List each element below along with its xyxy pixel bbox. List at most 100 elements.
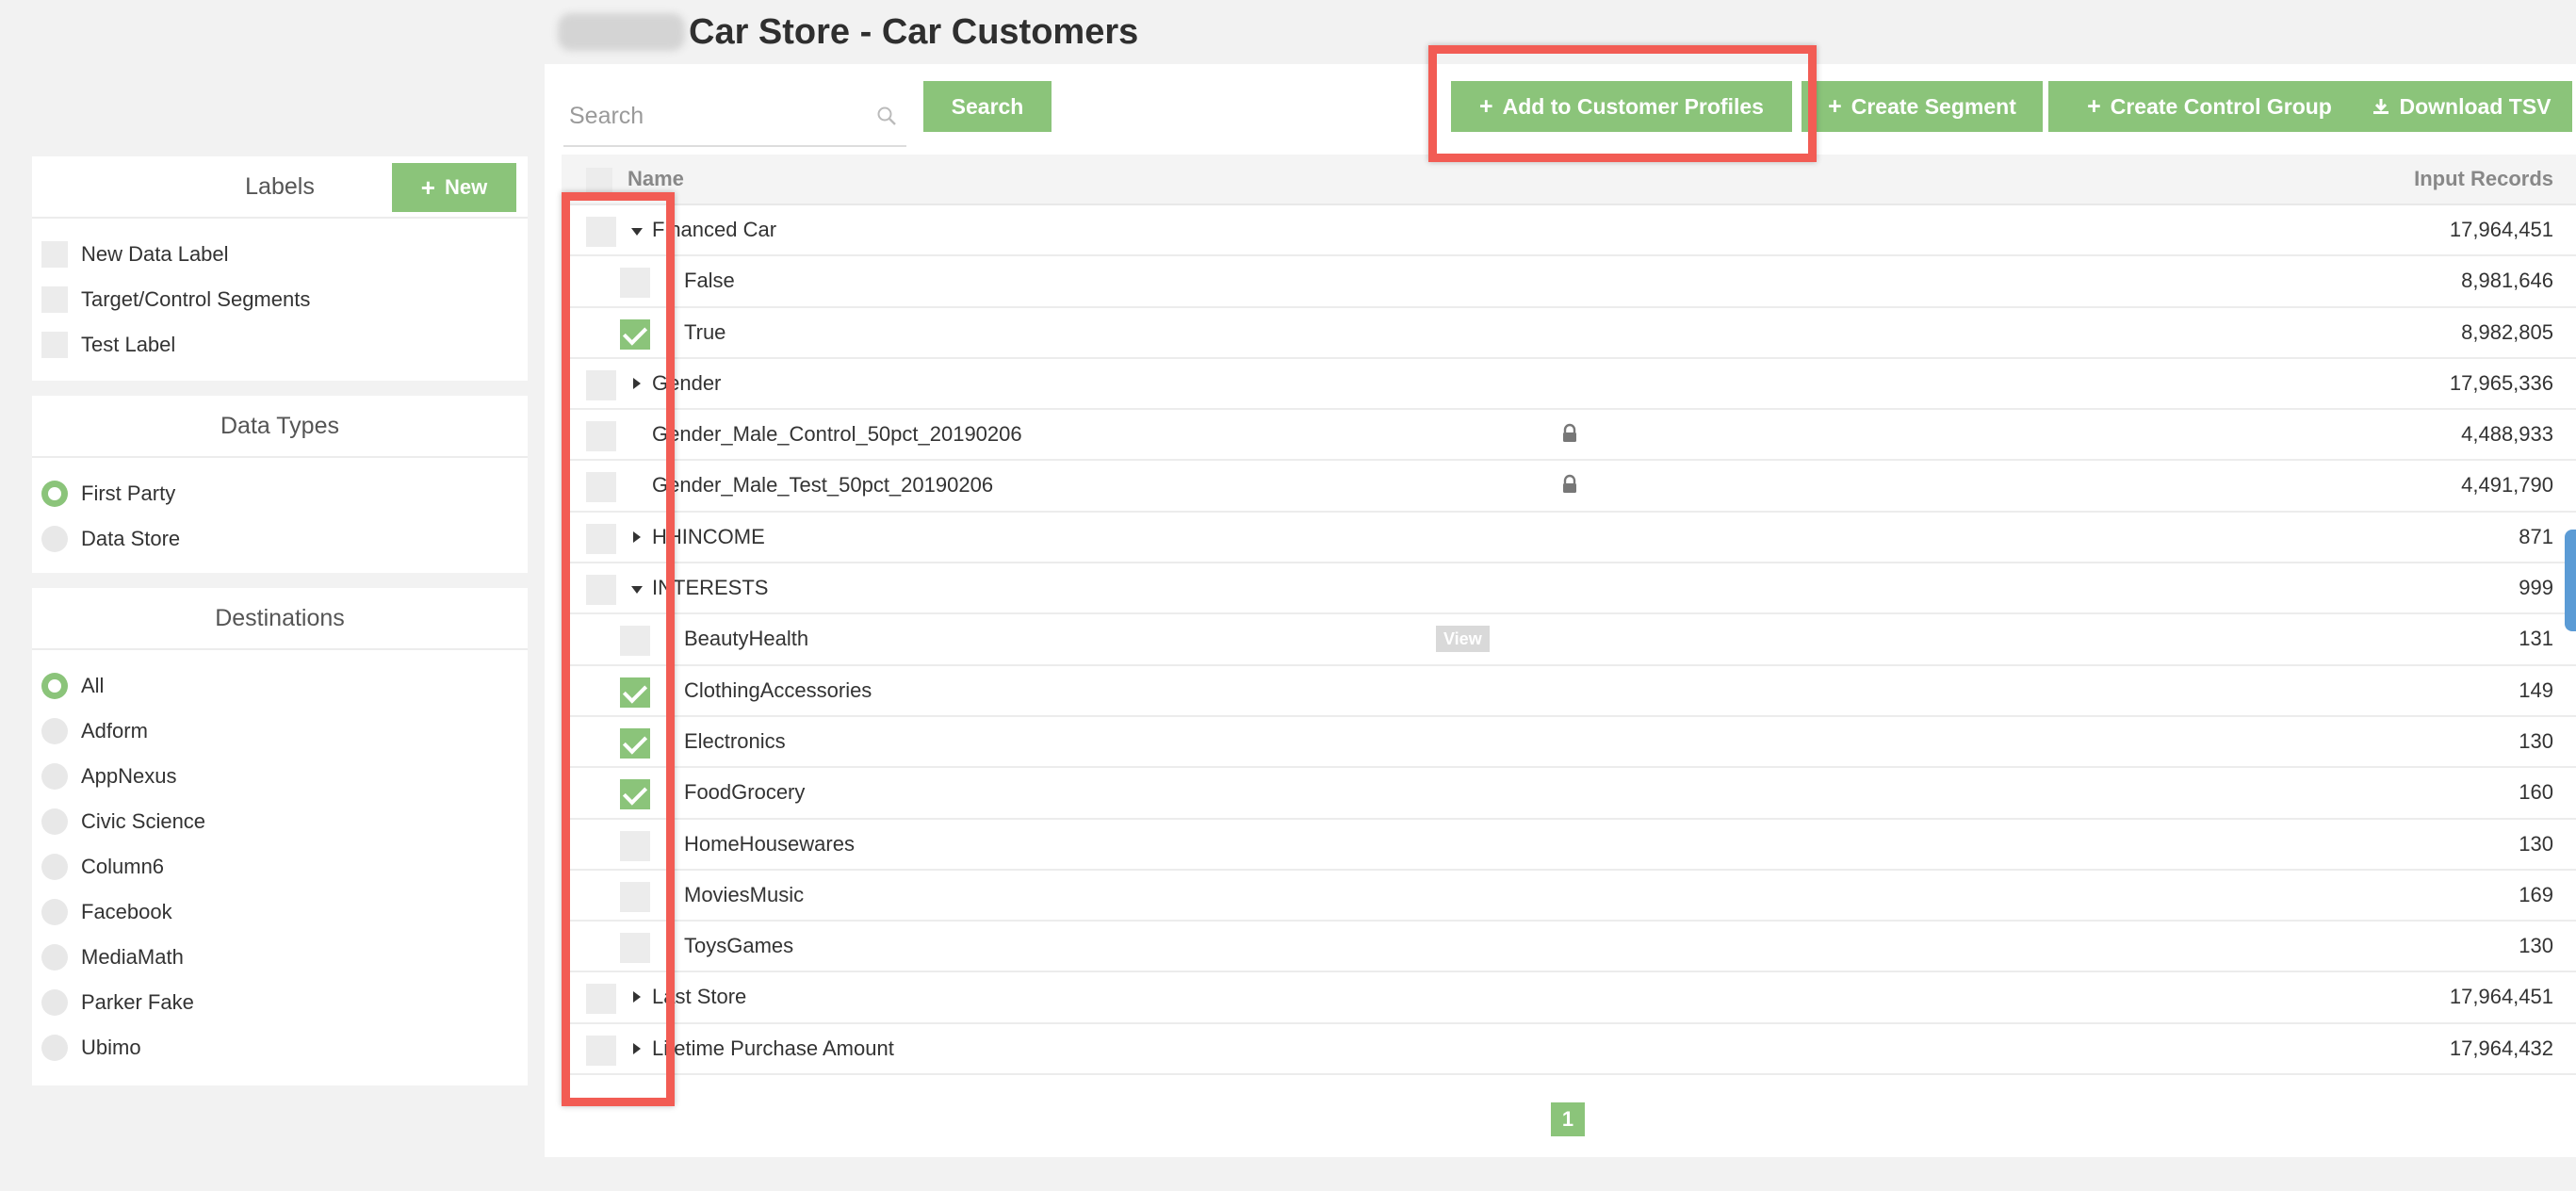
row-input-records: 999: [2519, 576, 2553, 600]
radio-button[interactable]: [41, 481, 68, 507]
table-row[interactable]: FoodGrocery 160: [562, 768, 2576, 820]
search-icon[interactable]: [876, 106, 897, 126]
table-row[interactable]: INTERESTS 999: [562, 563, 2576, 615]
table-row[interactable]: Financed Car 17,964,451: [562, 205, 2576, 257]
radio-button[interactable]: [41, 944, 68, 971]
label-checkbox[interactable]: [41, 241, 68, 268]
row-checkbox[interactable]: [620, 318, 650, 350]
labels-title: Labels: [245, 172, 315, 200]
row-input-records: 149: [2519, 677, 2553, 702]
radio-button[interactable]: [41, 989, 68, 1016]
row-checkbox[interactable]: [586, 523, 616, 554]
radio-button[interactable]: [41, 899, 68, 925]
row-checkbox[interactable]: [586, 217, 616, 247]
sidebar-option[interactable]: First Party: [32, 471, 528, 516]
row-checkbox[interactable]: [620, 268, 650, 299]
radio-button[interactable]: [41, 1035, 68, 1061]
table-row[interactable]: HHINCOME 871: [562, 513, 2576, 564]
radio-button[interactable]: [41, 673, 68, 699]
side-scroll-tab[interactable]: [2565, 530, 2576, 631]
caret-right-icon[interactable]: [633, 530, 641, 543]
row-checkbox[interactable]: [620, 830, 650, 861]
row-checkbox[interactable]: [586, 1035, 616, 1066]
sidebar-option-label: All: [81, 674, 105, 697]
view-badge[interactable]: View: [1436, 626, 1490, 653]
sidebar-option[interactable]: Target/Control Segments: [32, 277, 528, 322]
sidebar-option[interactable]: Civic Science: [32, 799, 528, 844]
row-checkbox[interactable]: [586, 369, 616, 400]
row-checkbox[interactable]: [586, 575, 616, 606]
table-row[interactable]: True 8,982,805: [562, 308, 2576, 359]
table-row[interactable]: Gender_Male_Test_50pct_20190206 4,491,790: [562, 461, 2576, 513]
row-name: FoodGrocery: [684, 780, 806, 805]
new-label-button[interactable]: + New: [392, 163, 516, 212]
row-name: ClothingAccessories: [684, 677, 872, 702]
row-checkbox[interactable]: [620, 881, 650, 912]
table-row[interactable]: False 8,981,646: [562, 256, 2576, 308]
plus-icon: +: [1479, 92, 1493, 120]
sidebar-option[interactable]: Test Label: [32, 322, 528, 367]
row-checkbox[interactable]: [620, 626, 650, 657]
column-header-input-records[interactable]: Input Records: [2414, 167, 2553, 191]
sidebar-option[interactable]: New Data Label: [32, 232, 528, 277]
sidebar-option[interactable]: Parker Fake: [32, 980, 528, 1025]
add-to-customer-profiles-button[interactable]: + Add to Customer Profiles: [1451, 81, 1792, 132]
create-segment-button[interactable]: + Create Segment: [1802, 81, 2043, 132]
row-name: Gender_Male_Control_50pct_20190206: [652, 422, 1022, 447]
caret-right-icon[interactable]: [633, 1042, 641, 1054]
row-name: INTERESTS: [652, 576, 769, 600]
table-row[interactable]: Lifetime Purchase Amount 17,964,432: [562, 1024, 2576, 1076]
row-name: True: [684, 319, 726, 344]
row-checkbox[interactable]: [620, 779, 650, 810]
table-row[interactable]: ClothingAccessories 149: [562, 666, 2576, 717]
search-input[interactable]: [563, 87, 906, 147]
column-header-name[interactable]: Name: [628, 167, 684, 191]
radio-button[interactable]: [41, 526, 68, 552]
radio-button[interactable]: [41, 808, 68, 835]
search-button[interactable]: Search: [923, 81, 1052, 132]
row-input-records: 169: [2519, 882, 2553, 906]
sidebar-option[interactable]: All: [32, 663, 528, 709]
caret-right-icon[interactable]: [633, 991, 641, 1003]
table-row[interactable]: HomeHousewares 130: [562, 820, 2576, 871]
row-name: BeautyHealth: [684, 627, 809, 651]
create-control-group-button[interactable]: + Create Control Group: [2048, 81, 2371, 132]
label-checkbox[interactable]: [41, 286, 68, 313]
sidebar-option-label: First Party: [81, 481, 176, 505]
sidebar-option[interactable]: Ubimo: [32, 1025, 528, 1070]
radio-button[interactable]: [41, 763, 68, 790]
row-name: Lifetime Purchase Amount: [652, 1036, 894, 1060]
sidebar-option[interactable]: MediaMath: [32, 935, 528, 980]
create-segment-text: Create Segment: [1850, 93, 2016, 119]
radio-button[interactable]: [41, 718, 68, 744]
sidebar-option[interactable]: Adform: [32, 709, 528, 754]
row-checkbox[interactable]: [620, 933, 650, 964]
row-input-records: 160: [2519, 780, 2553, 805]
table-row[interactable]: Last Store 17,964,451: [562, 972, 2576, 1024]
sidebar-option[interactable]: Data Store: [32, 516, 528, 562]
select-all-checkbox[interactable]: [586, 168, 612, 194]
row-checkbox[interactable]: [620, 677, 650, 708]
table-row[interactable]: ToysGames 130: [562, 922, 2576, 973]
table-row[interactable]: Electronics 130: [562, 717, 2576, 769]
row-name: HomeHousewares: [684, 831, 855, 856]
row-checkbox[interactable]: [586, 984, 616, 1015]
row-checkbox[interactable]: [586, 421, 616, 452]
row-input-records: 17,964,432: [2449, 1036, 2553, 1060]
table-row[interactable]: Gender 17,965,336: [562, 359, 2576, 411]
pagination-page-1[interactable]: 1: [1551, 1102, 1585, 1136]
row-checkbox[interactable]: [620, 727, 650, 759]
table-row[interactable]: BeautyHealth View 131: [562, 614, 2576, 666]
caret-down-icon[interactable]: [631, 586, 643, 595]
sidebar-option[interactable]: AppNexus: [32, 754, 528, 799]
table-row[interactable]: Gender_Male_Control_50pct_20190206 4,488,…: [562, 410, 2576, 462]
row-checkbox[interactable]: [586, 472, 616, 503]
label-checkbox[interactable]: [41, 332, 68, 358]
download-tsv-button[interactable]: Download TSV: [2350, 81, 2572, 132]
table-row[interactable]: MoviesMusic 169: [562, 871, 2576, 922]
caret-down-icon[interactable]: [631, 228, 643, 236]
caret-right-icon[interactable]: [633, 377, 641, 389]
sidebar-option[interactable]: Facebook: [32, 889, 528, 935]
radio-button[interactable]: [41, 854, 68, 880]
sidebar-option[interactable]: Column6: [32, 844, 528, 889]
